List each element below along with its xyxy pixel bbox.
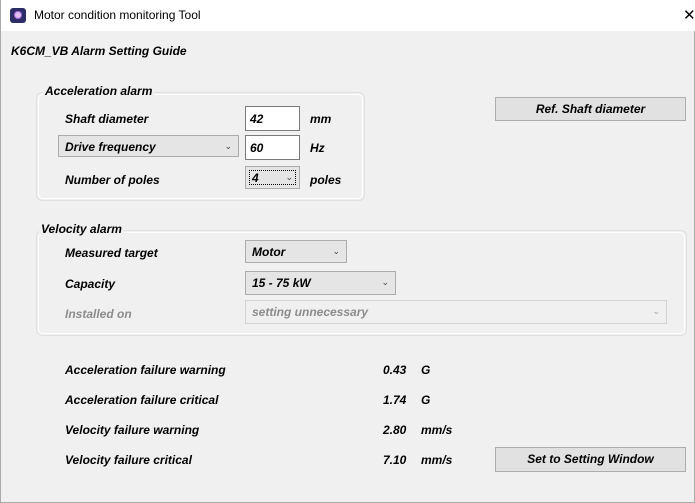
capacity-select[interactable]: 15 - 75 kW ⌄ bbox=[245, 271, 396, 295]
accel-warning-label: Acceleration failure warning bbox=[65, 363, 226, 377]
accel-warning-unit: G bbox=[421, 363, 431, 377]
drive-frequency-unit: Hz bbox=[310, 141, 325, 155]
set-to-setting-window-button[interactable]: Set to Setting Window bbox=[495, 447, 686, 472]
measured-target-select-value: Motor bbox=[252, 245, 286, 259]
measured-target-select[interactable]: Motor ⌄ bbox=[245, 240, 347, 263]
number-of-poles-unit: poles bbox=[310, 173, 342, 187]
accel-critical-value: 1.74 bbox=[383, 393, 407, 407]
title-bar: Motor condition monitoring Tool ✕ bbox=[1, 0, 695, 31]
velocity-critical-label: Velocity failure critical bbox=[65, 453, 192, 467]
close-icon[interactable]: ✕ bbox=[683, 6, 695, 24]
shaft-diameter-unit: mm bbox=[310, 112, 332, 126]
drive-frequency-input[interactable]: 60 bbox=[245, 135, 300, 160]
accel-critical-label: Acceleration failure critical bbox=[65, 393, 219, 407]
velocity-warning-value: 2.80 bbox=[383, 423, 407, 437]
ref-shaft-diameter-button[interactable]: Ref. Shaft diameter bbox=[495, 97, 686, 121]
chevron-down-icon: ⌄ bbox=[332, 246, 340, 256]
velocity-warning-unit: mm/s bbox=[421, 423, 453, 437]
acceleration-alarm-legend: Acceleration alarm bbox=[43, 84, 155, 98]
shaft-diameter-label: Shaft diameter bbox=[65, 112, 149, 126]
accel-warning-value: 0.43 bbox=[383, 363, 407, 377]
capacity-label: Capacity bbox=[65, 277, 116, 291]
guide-title: K6CM_VB Alarm Setting Guide bbox=[11, 44, 187, 58]
app-window: Motor condition monitoring Tool ✕ K6CM_V… bbox=[0, 0, 695, 503]
number-of-poles-select[interactable]: 4 ⌄ bbox=[245, 166, 300, 189]
installed-on-select[interactable]: setting unnecessary ⌄ bbox=[245, 300, 667, 324]
chevron-down-icon: ⌄ bbox=[381, 277, 389, 287]
focus-rectangle bbox=[249, 170, 296, 185]
shaft-diameter-input[interactable]: 42 bbox=[245, 106, 300, 131]
app-icon bbox=[10, 8, 26, 23]
installed-on-label: Installed on bbox=[65, 307, 132, 321]
drive-frequency-select[interactable]: Drive frequency ⌄ bbox=[58, 135, 239, 157]
chevron-down-icon: ⌄ bbox=[224, 141, 232, 151]
velocity-alarm-legend: Velocity alarm bbox=[39, 222, 124, 236]
number-of-poles-label: Number of poles bbox=[65, 173, 160, 187]
measured-target-label: Measured target bbox=[65, 246, 158, 260]
velocity-critical-unit: mm/s bbox=[421, 453, 453, 467]
installed-on-select-value: setting unnecessary bbox=[252, 305, 369, 319]
velocity-warning-label: Velocity failure warning bbox=[65, 423, 200, 437]
velocity-critical-value: 7.10 bbox=[383, 453, 407, 467]
capacity-select-value: 15 - 75 kW bbox=[252, 276, 311, 290]
drive-frequency-select-value: Drive frequency bbox=[65, 140, 156, 154]
accel-critical-unit: G bbox=[421, 393, 431, 407]
window-title: Motor condition monitoring Tool bbox=[34, 8, 201, 22]
chevron-down-icon: ⌄ bbox=[652, 306, 660, 316]
